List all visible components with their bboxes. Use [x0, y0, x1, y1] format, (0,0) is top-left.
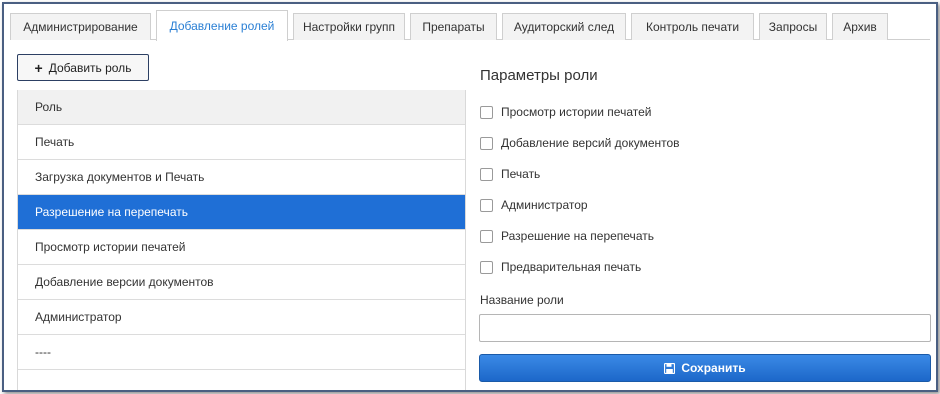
checkbox-label: Разрешение на перепечать: [501, 229, 654, 243]
tab-add-roles[interactable]: Добавление ролей: [156, 10, 288, 41]
checkbox[interactable]: [480, 167, 493, 181]
permission-administrator: Администратор: [480, 197, 588, 213]
plus-icon: +: [34, 59, 43, 76]
tab-audit-trail[interactable]: Аудиторский след: [502, 13, 626, 40]
role-params-title: Параметры роли: [480, 67, 598, 84]
list-item[interactable]: Администратор: [18, 300, 465, 335]
list-item-selected[interactable]: Разрешение на перепечать: [18, 195, 465, 230]
checkbox-label: Предварительная печать: [501, 260, 642, 274]
list-item[interactable]: Загрузка документов и Печать: [18, 160, 465, 195]
tab-administration[interactable]: Администрирование: [10, 13, 151, 40]
app-window: Администрирование Добавление ролей Настр…: [2, 2, 938, 392]
roles-list-header: Роль: [18, 90, 465, 125]
checkbox-label: Печать: [501, 167, 541, 181]
list-item[interactable]: [18, 370, 465, 390]
add-role-label: Добавить роль: [48, 60, 132, 75]
checkbox[interactable]: [480, 260, 493, 274]
tab-drugs[interactable]: Препараты: [410, 13, 497, 40]
permission-view-print-history: Просмотр истории печатей: [480, 104, 651, 120]
checkbox[interactable]: [480, 136, 493, 150]
roles-list: Роль Печать Загрузка документов и Печать…: [17, 90, 466, 390]
checkbox-label: Администратор: [501, 198, 588, 212]
list-item[interactable]: Печать: [18, 125, 465, 160]
save-button[interactable]: Сохранить: [479, 354, 931, 382]
list-item[interactable]: Добавление версии документов: [18, 265, 465, 300]
list-item[interactable]: Просмотр истории печатей: [18, 230, 465, 265]
checkbox-label: Добавление версий документов: [501, 136, 680, 150]
tab-bar: Администрирование Добавление ролей Настр…: [10, 10, 930, 41]
tab-print-control[interactable]: Контроль печати: [631, 13, 754, 40]
checkbox[interactable]: [480, 105, 493, 119]
tab-group-settings[interactable]: Настройки групп: [293, 13, 405, 40]
checkbox[interactable]: [480, 198, 493, 212]
checkbox-label: Просмотр истории печатей: [501, 105, 652, 119]
permission-preliminary-print: Предварительная печать: [480, 259, 641, 275]
floppy-disk-icon: [664, 362, 676, 374]
list-item[interactable]: ----: [18, 335, 465, 370]
save-button-label: Сохранить: [681, 361, 746, 375]
add-role-button[interactable]: + Добавить роль: [17, 54, 149, 81]
tab-archive[interactable]: Архив: [832, 13, 888, 40]
checkbox[interactable]: [480, 229, 493, 243]
role-name-label: Название роли: [480, 293, 564, 307]
role-name-input[interactable]: [479, 314, 931, 342]
tab-requests[interactable]: Запросы: [759, 13, 827, 40]
permission-print: Печать: [480, 166, 540, 182]
permission-add-doc-versions: Добавление версий документов: [480, 135, 680, 151]
permission-reprint: Разрешение на перепечать: [480, 228, 654, 244]
